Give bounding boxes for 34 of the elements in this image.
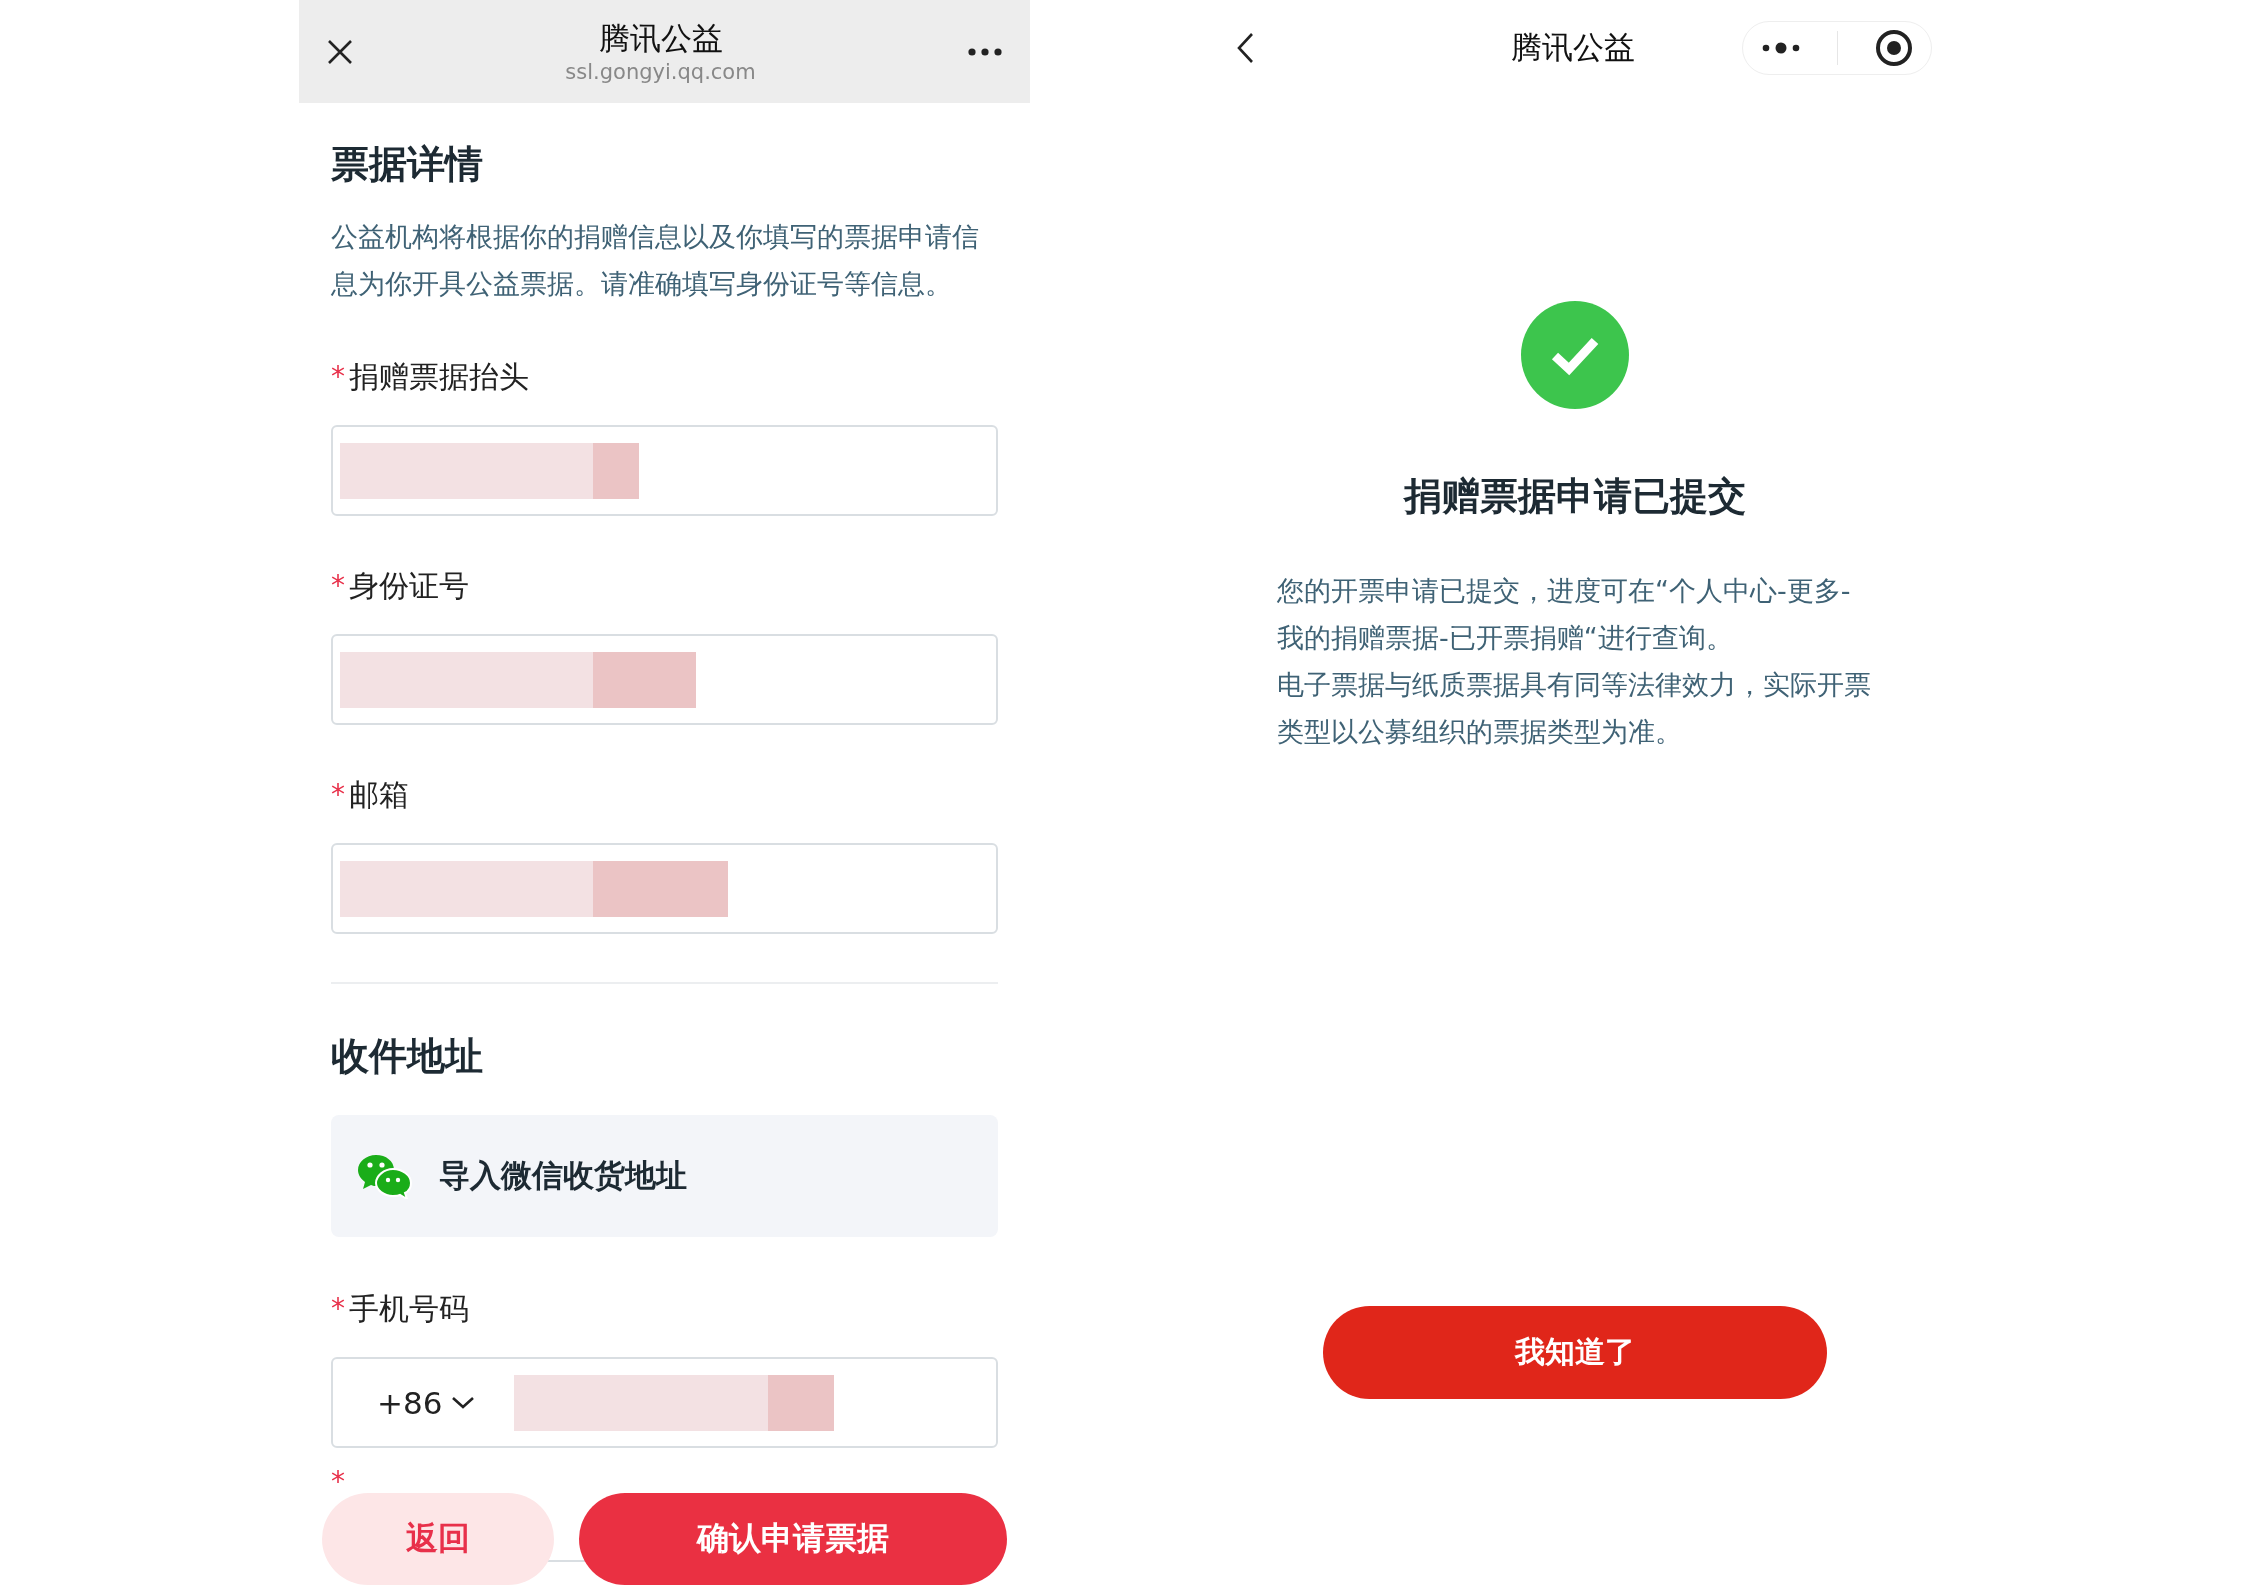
back-icon[interactable] (1236, 31, 1254, 64)
import-address-button[interactable]: 导入微信收货地址 (331, 1115, 998, 1237)
confirm-button[interactable]: 确认申请票据 (579, 1493, 1007, 1585)
section-title: 票据详情 (331, 141, 484, 187)
result-title: 捐赠票据申请已提交 (1404, 473, 1746, 520)
required-mark: * (331, 777, 345, 813)
country-code-dropdown[interactable]: +86 (377, 1384, 475, 1421)
more-icon[interactable] (1761, 41, 1800, 54)
required-mark: * (331, 568, 345, 604)
chevron-down-icon (452, 1396, 475, 1409)
field-label: 邮箱 (349, 776, 409, 814)
back-button[interactable]: 返回 (322, 1493, 554, 1585)
success-check-icon (1521, 301, 1629, 409)
chat-bubbles-icon (357, 1153, 413, 1199)
page-url: ssl.gongyi.qq.com (565, 58, 756, 86)
ok-button[interactable]: 我知道了 (1323, 1306, 1827, 1399)
page-title: 腾讯公益 (1511, 27, 1635, 67)
info-paragraph: 您的开票申请已提交，进度可在“个人中心-更多-我的捐赠票据-已开票捐赠“进行查询。 (1277, 574, 1852, 655)
close-circle-icon[interactable] (1874, 28, 1913, 67)
more-icon[interactable] (968, 47, 1002, 56)
required-mark: * (331, 359, 345, 395)
input-field[interactable] (331, 634, 998, 725)
input-field[interactable] (331, 843, 998, 934)
field-label: 手机号码 (349, 1290, 469, 1328)
info-paragraph: 电子票据与纸质票据具有同等法律效力，实际开票类型以公募组织的票据类型为准。 (1277, 668, 1872, 749)
section-title: 收件地址 (331, 1033, 484, 1079)
required-mark: * (331, 1291, 345, 1327)
page-title: 腾讯公益 (598, 18, 723, 58)
description: 公益机构将根据你的捐赠信息以及你填写的票据申请信息为你开具公益票据。请准确填写身份证号等信息。 (331, 220, 980, 301)
field-label: 身份证号 (349, 567, 469, 605)
phone-field[interactable]: +86 (331, 1357, 998, 1448)
input-field[interactable] (331, 425, 998, 516)
close-icon[interactable] (327, 38, 353, 65)
field-label: 捐赠票据抬头 (349, 358, 529, 396)
